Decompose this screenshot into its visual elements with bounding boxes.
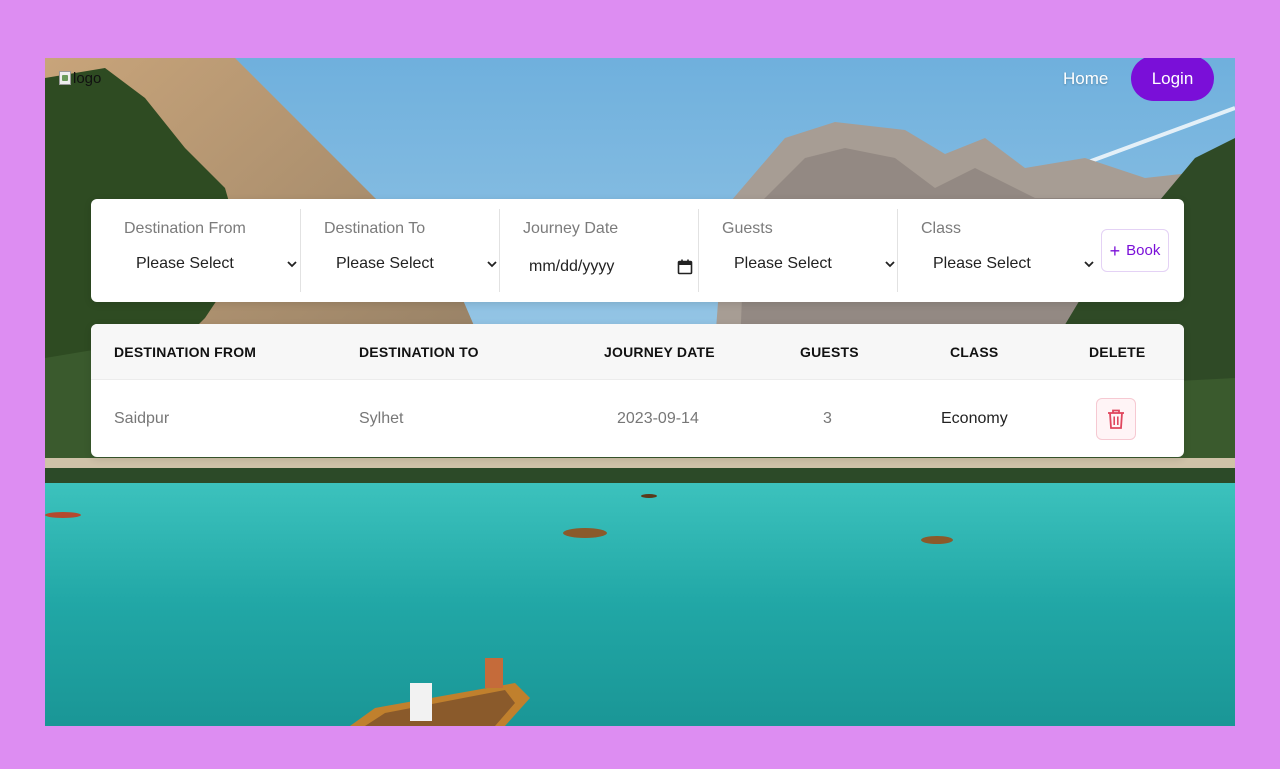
guests-select[interactable]: Please Select (722, 248, 908, 280)
booking-form: Destination From Please Select Destinati… (91, 199, 1184, 302)
header-delete: DELETE (1089, 344, 1146, 360)
field-label: Class (921, 220, 962, 237)
select-value: Please Select (933, 255, 1031, 272)
destination-to-select[interactable]: Please Select (324, 248, 510, 280)
delete-button[interactable] (1096, 398, 1136, 440)
chevron-down-icon (1084, 261, 1094, 268)
destination-to-field: Destination To Please Select (300, 209, 499, 292)
logo-alt-text: logo (73, 69, 102, 87)
header-guests: GUESTS (800, 344, 859, 360)
journey-date-field: Journey Date mm/dd/yyyy (499, 209, 698, 292)
header-destination-to: DESTINATION TO (359, 344, 479, 360)
trash-icon (1108, 409, 1124, 429)
journey-date-input[interactable]: mm/dd/yyyy (523, 251, 699, 283)
header-journey-date: JOURNEY DATE (604, 344, 715, 360)
cell-destination-to: Sylhet (359, 410, 404, 427)
book-button[interactable]: + Book (1101, 229, 1169, 272)
chevron-down-icon (487, 261, 497, 268)
book-label: Book (1126, 242, 1161, 259)
chevron-down-icon (885, 261, 895, 268)
guests-field: Guests Please Select (698, 209, 897, 292)
class-field: Class Please Select (897, 209, 1096, 292)
nav-home-link[interactable]: Home (1063, 67, 1108, 91)
date-placeholder: mm/dd/yyyy (529, 258, 615, 275)
cell-journey-date: 2023-09-14 (617, 410, 699, 427)
header-class: CLASS (950, 344, 999, 360)
table-header: DESTINATION FROM DESTINATION TO JOURNEY … (91, 324, 1184, 380)
select-value: Please Select (336, 255, 434, 272)
field-label: Destination To (324, 220, 426, 237)
class-select[interactable]: Please Select (921, 248, 1107, 280)
chevron-down-icon (287, 261, 297, 268)
destination-from-select[interactable]: Please Select (124, 248, 310, 280)
cell-class: Economy (941, 410, 1008, 427)
logo[interactable]: logo (59, 66, 101, 90)
bookings-table: DESTINATION FROM DESTINATION TO JOURNEY … (91, 324, 1184, 457)
broken-image-icon (59, 71, 71, 85)
cell-guests: 3 (823, 410, 832, 427)
select-value: Please Select (136, 255, 234, 272)
field-label: Guests (722, 220, 773, 237)
header-destination-from: DESTINATION FROM (114, 344, 257, 360)
calendar-icon[interactable] (677, 259, 693, 275)
field-label: Journey Date (523, 220, 619, 237)
destination-from-field: Destination From Please Select (101, 209, 300, 292)
field-label: Destination From (124, 220, 246, 237)
login-button[interactable]: Login (1131, 58, 1214, 101)
plus-icon: + (1109, 240, 1121, 261)
select-value: Please Select (734, 255, 832, 272)
cell-destination-from: Saidpur (114, 410, 170, 427)
app-window: logo Home Login Destination From Please … (45, 58, 1235, 726)
